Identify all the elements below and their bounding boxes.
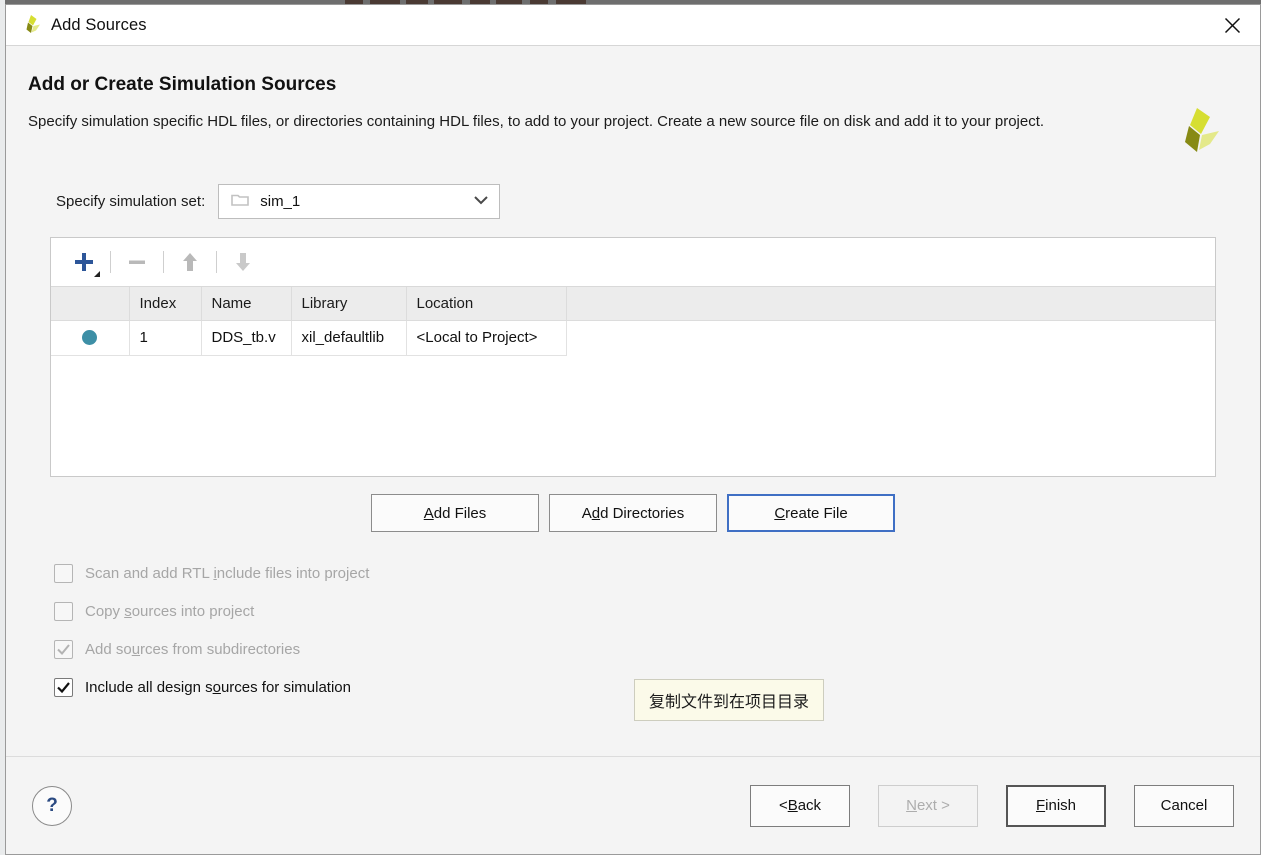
arrow-down-icon[interactable]: [224, 245, 262, 279]
add-directories-label: d Directories: [600, 504, 685, 522]
table-header-library[interactable]: Library: [291, 287, 407, 321]
options-group: Scan and add RTL include files into proj…: [28, 554, 1238, 706]
row-index: 1: [129, 320, 202, 356]
tooltip: 复制文件到在项目目录: [634, 679, 825, 721]
option-label-add-sources-from-subdirectories: Add sources from subdirectories: [85, 640, 301, 658]
table-header-location[interactable]: Location: [406, 287, 567, 321]
table-header-row: Index Name Library Location: [51, 287, 1215, 321]
option-scan-add-rtl-include[interactable]: Scan and add RTL include files into proj…: [54, 554, 1238, 592]
vivado-logo-icon: [20, 14, 42, 36]
option-label-include-all-design-sources: Include all design sources for simulatio…: [85, 678, 351, 696]
blue-dot-icon: [82, 330, 98, 345]
create-file-button[interactable]: Create File: [727, 494, 895, 532]
table-header-name[interactable]: Name: [201, 287, 292, 321]
dialog-body: Add or Create Simulation Sources Specify…: [6, 46, 1260, 756]
add-files-mnemonic: A: [423, 504, 434, 522]
dialog-titlebar: Add Sources: [6, 5, 1260, 46]
page-title: Add or Create Simulation Sources: [28, 74, 337, 95]
simulation-set-dropdown[interactable]: sim_1: [218, 184, 501, 219]
add-directories-mnemonic: d: [591, 504, 601, 522]
add-files-label: dd Files: [433, 504, 487, 522]
arrow-up-icon[interactable]: [171, 245, 209, 279]
option-label-copy-sources-into-project: Copy sources into project: [85, 602, 255, 620]
chevron-down-icon: [472, 193, 490, 210]
header-block: Add or Create Simulation Sources Specify…: [28, 46, 1238, 152]
row-location: <Local to Project>: [406, 320, 567, 356]
checkbox-include-all-design-sources[interactable]: [54, 677, 73, 697]
finish-button[interactable]: Finish: [1006, 784, 1106, 827]
create-file-mnemonic: C: [774, 504, 786, 522]
page-description: Specify simulation specific HDL files, o…: [28, 113, 1045, 130]
dialog-title: Add Sources: [51, 15, 147, 34]
row-filler: [566, 320, 1215, 355]
folder-icon: [231, 192, 250, 211]
minus-icon[interactable]: [118, 245, 156, 279]
toolbar-divider: [163, 251, 164, 273]
back-button[interactable]: < Back: [750, 784, 850, 827]
add-directories-button[interactable]: Add Directories: [549, 494, 717, 532]
table-header-filler: [566, 287, 1215, 321]
cancel-button[interactable]: Cancel: [1134, 784, 1234, 827]
row-library: xil_defaultlib: [291, 320, 407, 356]
option-label-scan-add-rtl-include: Scan and add RTL include files into proj…: [85, 564, 370, 582]
sources-toolbar: [51, 238, 1215, 287]
sources-table: Index Name Library Location 1 DDS_tb.v x…: [51, 287, 1215, 356]
simulation-set-row: Specify simulation set: sim_1: [28, 184, 1238, 219]
row-status-cell: [51, 320, 130, 356]
add-files-button[interactable]: Add Files: [371, 494, 539, 532]
checkbox-add-sources-from-subdirectories[interactable]: [54, 639, 73, 659]
sources-list-panel: Index Name Library Location 1 DDS_tb.v x…: [50, 237, 1216, 477]
toolbar-divider: [110, 251, 111, 273]
table-header-index[interactable]: Index: [129, 287, 202, 321]
create-file-label: reate File: [785, 504, 848, 522]
list-empty-area: [51, 355, 1215, 476]
add-directories-prefix: A: [581, 504, 592, 522]
add-sources-dialog: Add Sources Add or Create Simulation Sou…: [5, 4, 1261, 855]
simulation-set-value: sim_1: [260, 193, 301, 210]
close-icon[interactable]: [1210, 6, 1254, 44]
help-button[interactable]: ?: [32, 785, 72, 826]
toolbar-divider: [216, 251, 217, 273]
option-copy-sources-into-project[interactable]: Copy sources into project: [54, 592, 1238, 630]
simulation-set-label: Specify simulation set:: [56, 193, 206, 210]
next-button[interactable]: Next >: [878, 784, 978, 827]
row-name: DDS_tb.v: [201, 320, 292, 356]
checkbox-scan-add-rtl-include[interactable]: [54, 563, 73, 583]
vivado-brand-logo-icon: [1172, 106, 1222, 156]
option-add-sources-from-subdirectories[interactable]: Add sources from subdirectories: [54, 630, 1238, 668]
source-action-buttons: Add Files Add Directories Create File: [28, 494, 1238, 532]
plus-dropdown-arrow-icon: [94, 271, 100, 277]
dialog-footer: ? < Back Next > Finish Cancel: [6, 756, 1260, 854]
table-header-status[interactable]: [51, 287, 130, 321]
footer-button-group: < Back Next > Finish Cancel: [750, 784, 1234, 827]
checkbox-copy-sources-into-project[interactable]: [54, 601, 73, 621]
plus-icon[interactable]: [65, 245, 103, 279]
table-row[interactable]: 1 DDS_tb.v xil_defaultlib <Local to Proj…: [51, 320, 1215, 356]
